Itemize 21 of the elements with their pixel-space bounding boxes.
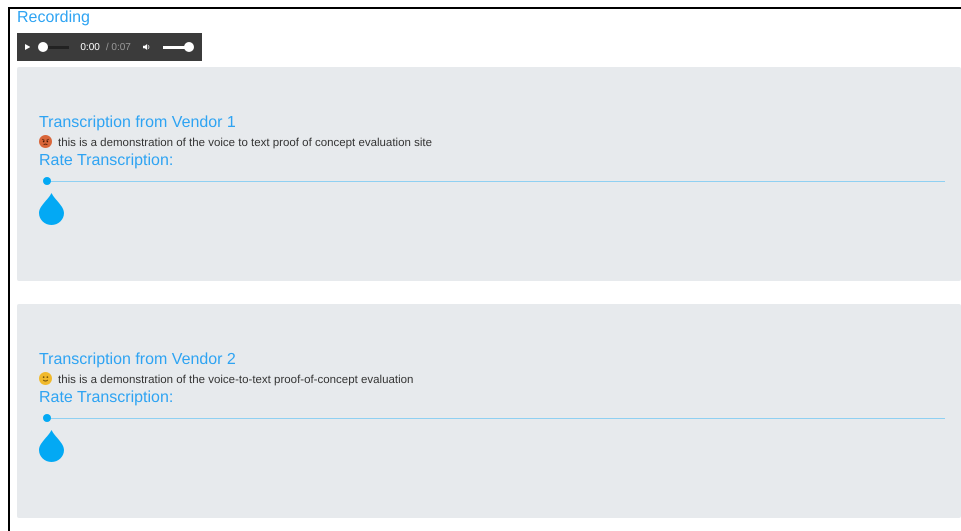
transcription-text: this is a demonstration of the voice-to-text proof-of-concept evaluation [58, 374, 414, 386]
value-marker-icon [39, 430, 64, 462]
smiling-face-icon [39, 372, 52, 385]
angry-face-icon [39, 135, 52, 148]
recording-title: Recording [17, 9, 90, 27]
transcription-text: this is a demonstration of the voice to text proof of concept evaluation site [58, 137, 432, 149]
rating-slider[interactable] [43, 177, 945, 185]
rating-slider[interactable] [43, 414, 945, 422]
current-time: 0:00 [80, 42, 100, 52]
play-icon[interactable] [25, 42, 30, 52]
vendor-title: Transcription from Vendor 1 [39, 113, 237, 132]
rate-label: Rate Transcription: [39, 388, 174, 407]
slider-thumb[interactable] [43, 414, 51, 422]
value-marker-icon [39, 193, 64, 225]
duration: / 0:07 [106, 42, 131, 52]
rate-label: Rate Transcription: [39, 151, 174, 170]
volume-icon[interactable] [142, 42, 150, 52]
vendor-title: Transcription from Vendor 2 [39, 350, 237, 369]
volume-thumb[interactable] [184, 42, 194, 52]
slider-thumb[interactable] [43, 177, 51, 185]
progress-thumb[interactable] [38, 42, 48, 52]
